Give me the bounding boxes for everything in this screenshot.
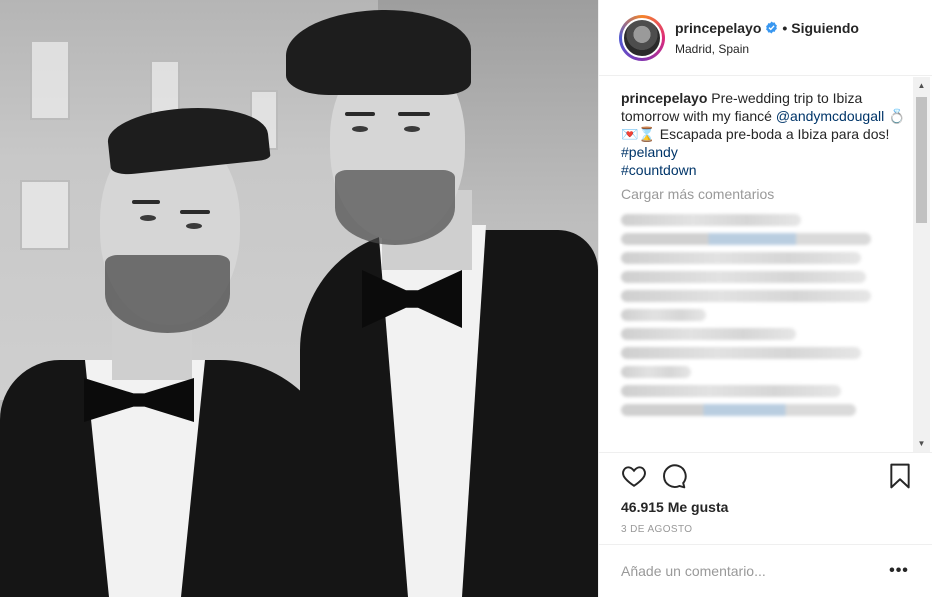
comments-list[interactable]: princepelayo Pre-wedding trip to Ibiza t… — [599, 77, 932, 452]
caption-mention[interactable]: @andymcdougall — [776, 108, 884, 124]
scrollbar[interactable]: ▲ ▼ — [913, 77, 930, 452]
caption-text-2: Escapada pre-boda a Ibiza para dos! — [655, 126, 890, 142]
blurred-comment — [621, 233, 871, 245]
blurred-comment — [621, 404, 856, 416]
load-more-comments-button[interactable]: Cargar más comentarios — [599, 179, 932, 203]
caption-hashtag[interactable]: #countdown — [621, 162, 697, 178]
blurred-comment — [621, 309, 706, 321]
right-man-eye — [404, 126, 420, 132]
window — [30, 40, 70, 120]
left-man-brow — [132, 200, 160, 204]
scroll-up-arrow-icon[interactable]: ▲ — [913, 77, 930, 94]
add-comment-bar: ••• — [599, 544, 932, 597]
blurred-comment — [621, 347, 861, 359]
blurred-comments — [599, 203, 932, 416]
more-options-icon[interactable]: ••• — [887, 561, 911, 581]
right-man-brow — [398, 112, 430, 116]
comment-input[interactable] — [621, 563, 887, 579]
right-man-eye — [352, 126, 368, 132]
scrollbar-thumb[interactable] — [916, 97, 927, 223]
right-man-beard — [335, 170, 455, 245]
header-text: princepelayo • Siguiendo Madrid, Spain — [675, 20, 859, 56]
blurred-comment — [621, 271, 866, 283]
likes-count[interactable]: 46.915 Me gusta — [621, 499, 728, 515]
separator: • — [782, 19, 788, 36]
header-row: princepelayo • Siguiendo — [675, 20, 859, 36]
story-ring[interactable] — [619, 14, 665, 61]
action-bar — [599, 452, 932, 496]
username-link[interactable]: princepelayo — [675, 20, 761, 36]
caption-hashtag[interactable]: #pelandy — [621, 144, 678, 160]
scroll-down-arrow-icon[interactable]: ▼ — [913, 435, 930, 452]
post-photo[interactable] — [0, 0, 598, 597]
instagram-post: princepelayo • Siguiendo Madrid, Spain p… — [0, 0, 932, 597]
caption: princepelayo Pre-wedding trip to Ibiza t… — [599, 77, 932, 179]
window — [20, 180, 70, 250]
blurred-comment — [621, 290, 871, 302]
caption-username[interactable]: princepelayo — [621, 90, 707, 106]
left-man-brow — [180, 210, 210, 214]
blurred-comment — [621, 328, 796, 340]
blurred-comment — [621, 366, 691, 378]
left-man-eye — [186, 223, 202, 229]
right-man-brow — [345, 112, 375, 116]
post-side-panel: princepelayo • Siguiendo Madrid, Spain p… — [598, 0, 932, 597]
post-header: princepelayo • Siguiendo Madrid, Spain — [599, 0, 932, 76]
location-link[interactable]: Madrid, Spain — [675, 42, 859, 56]
right-man-hair — [286, 10, 471, 95]
heart-icon[interactable] — [621, 463, 647, 489]
blurred-comment — [621, 385, 841, 397]
left-man-eye — [140, 215, 156, 221]
bookmark-icon[interactable] — [889, 463, 911, 489]
left-man-beard — [105, 255, 230, 333]
following-button[interactable]: Siguiendo — [791, 20, 859, 36]
post-date[interactable]: 3 DE AGOSTO — [621, 524, 692, 535]
verified-badge-icon — [766, 21, 778, 34]
speech-bubble-icon[interactable] — [661, 463, 687, 489]
avatar[interactable] — [622, 17, 662, 58]
blurred-comment — [621, 252, 861, 264]
blurred-comment — [621, 214, 801, 226]
